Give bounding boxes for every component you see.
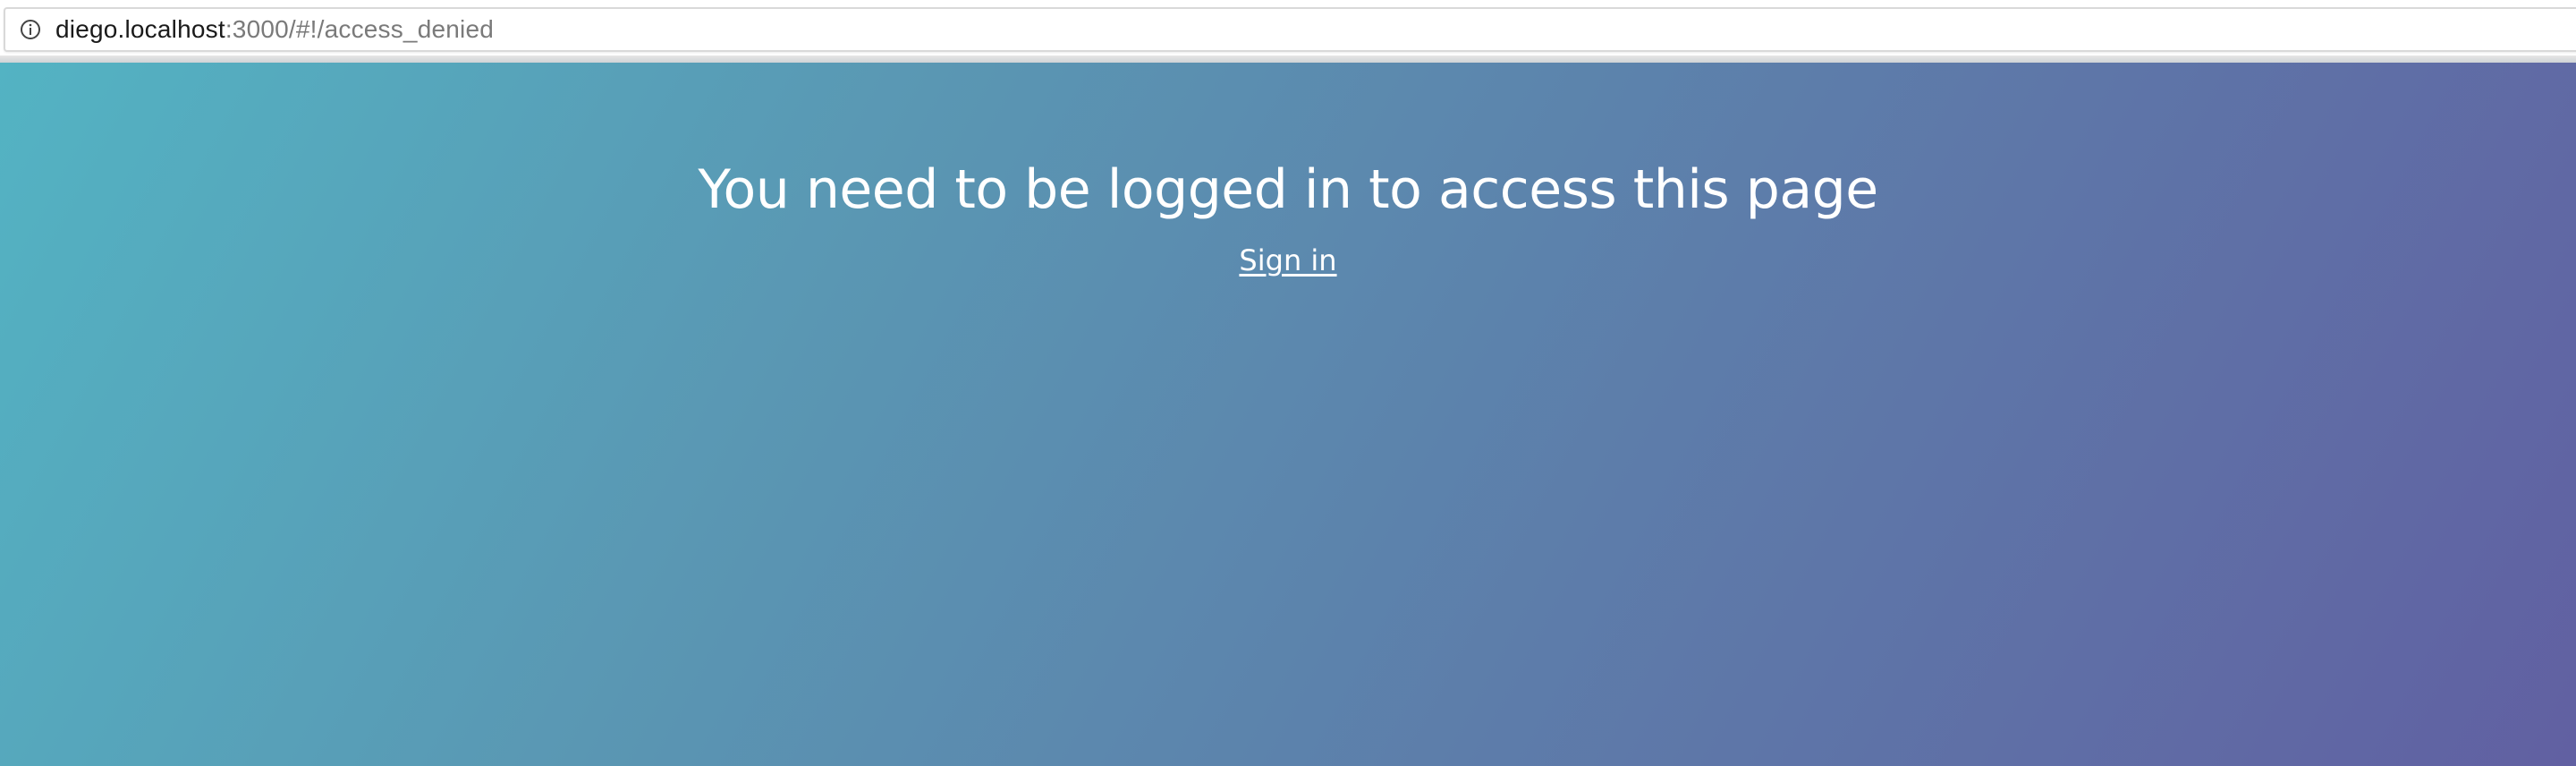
url-host: diego.localhost [55, 15, 225, 43]
sign-in-container: Sign in [0, 243, 2576, 277]
info-circle-icon[interactable] [18, 17, 43, 42]
page-title: You need to be logged in to access this … [698, 158, 1878, 221]
toolbar-divider [0, 55, 2576, 63]
sign-in-link[interactable]: Sign in [1239, 243, 1336, 277]
address-bar[interactable]: diego.localhost:3000/#!/access_denied [4, 7, 2576, 52]
url-text[interactable]: diego.localhost:3000/#!/access_denied [55, 17, 494, 42]
url-path: :3000/#!/access_denied [225, 15, 494, 43]
